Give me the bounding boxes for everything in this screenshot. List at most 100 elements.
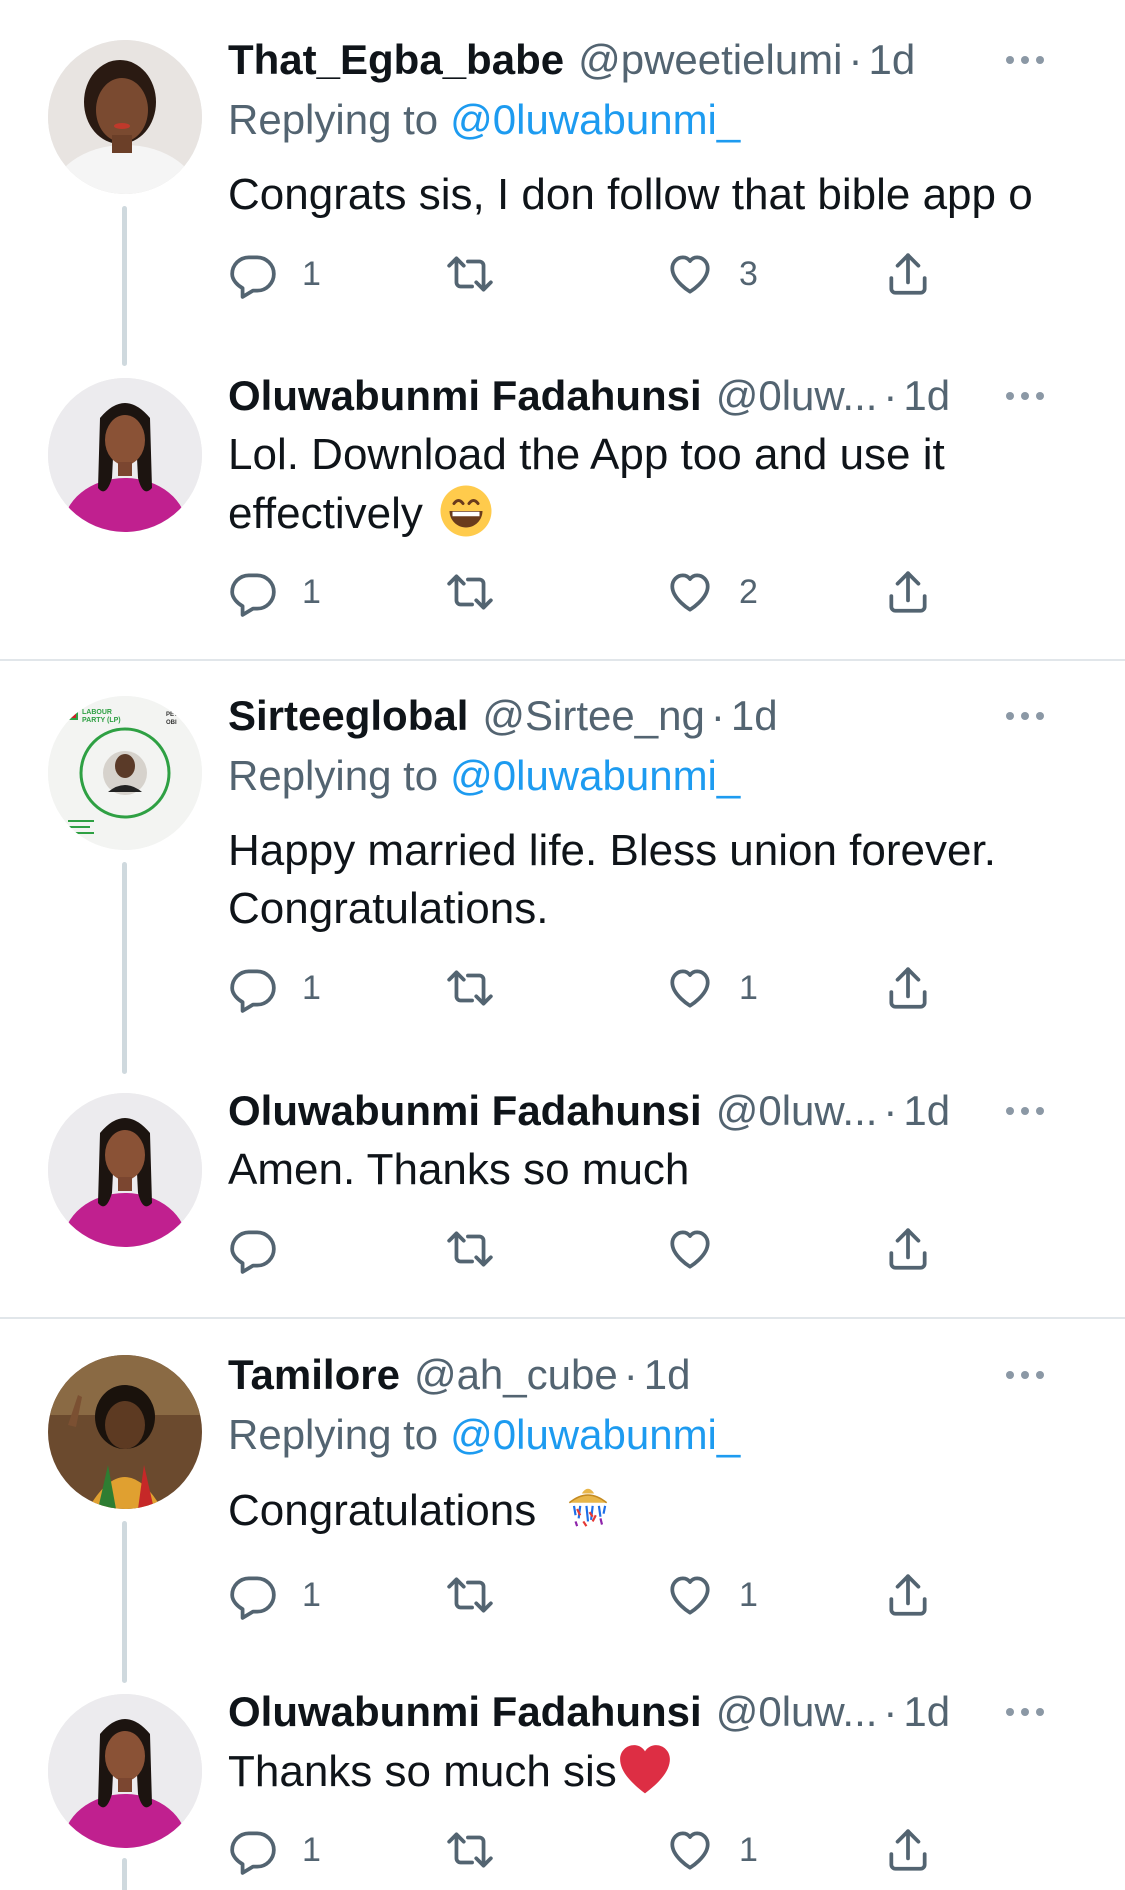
like-count: 1 [739, 1575, 758, 1614]
mention-link[interactable]: @0luwabunmi_ [450, 752, 740, 799]
tweet-text-content: Congratulations [228, 1486, 537, 1535]
more-options-icon[interactable] [985, 1345, 1065, 1405]
reply-icon [230, 1230, 276, 1274]
avatar[interactable] [48, 378, 202, 532]
reply-icon [230, 969, 276, 1013]
grinning-face-emoji-icon [440, 485, 492, 537]
avatar[interactable] [48, 40, 202, 194]
separator: · [883, 1087, 898, 1134]
retweet-button[interactable] [445, 958, 519, 1018]
replying-to-label: Replying to [228, 752, 439, 799]
timestamp[interactable]: 1d [903, 1081, 950, 1141]
share-icon [889, 967, 927, 1009]
like-count: 3 [739, 254, 758, 293]
tweet-text: Amen. Thanks so much [228, 1145, 690, 1194]
reply-button[interactable]: 1 [228, 1565, 321, 1625]
heart-icon [670, 255, 710, 294]
tweet-text: Thanks so much sis [228, 1742, 1088, 1801]
more-options-icon[interactable] [985, 366, 1065, 426]
avatar[interactable] [48, 1694, 202, 1848]
username[interactable]: @0luw... [716, 1682, 878, 1742]
reply-icon [230, 1831, 276, 1875]
action-bar: 1 1 [228, 1565, 988, 1625]
tweet-text-content: Lol. Download the App too and use it eff… [228, 430, 945, 538]
tweet-text: Congrats sis, I don follow that bible ap… [228, 170, 1033, 219]
timestamp[interactable]: 1d [903, 366, 950, 426]
conversation-divider [0, 659, 1125, 661]
profile-photo-icon [48, 1694, 202, 1848]
retweet-button[interactable] [445, 244, 519, 304]
thread-line [122, 1858, 127, 1890]
tweet-header: Oluwabunmi Fadahunsi @0luw... · 1d [228, 366, 1065, 426]
avatar[interactable]: LABOUR PARTY (LP) M. PET OBI [48, 696, 202, 850]
display-name[interactable]: That_Egba_babe [228, 30, 564, 90]
timestamp[interactable]: 1d [644, 1345, 691, 1405]
mention-link[interactable]: @0luwabunmi_ [450, 96, 740, 143]
username[interactable]: @ah_cube [414, 1345, 618, 1405]
heart-icon [670, 1230, 710, 1269]
more-options-icon[interactable] [985, 686, 1065, 746]
heart-icon [670, 1576, 710, 1615]
reply-icon [230, 573, 276, 617]
display-name[interactable]: Oluwabunmi Fadahunsi [228, 366, 702, 426]
avatar-text-line2: PARTY (LP) [82, 717, 121, 724]
share-button[interactable] [883, 1565, 933, 1625]
reply-button[interactable]: 1 [228, 244, 321, 304]
replying-to: Replying to @0luwabunmi_ [228, 90, 740, 150]
like-count: 2 [739, 572, 758, 611]
like-button[interactable]: 2 [665, 562, 758, 622]
display-name[interactable]: Tamilore [228, 1345, 400, 1405]
share-button[interactable] [883, 1219, 933, 1279]
avatar[interactable] [48, 1093, 202, 1247]
share-icon [889, 571, 927, 613]
timestamp[interactable]: 1d [731, 686, 778, 746]
timestamp[interactable]: 1d [869, 30, 916, 90]
share-button[interactable] [883, 562, 933, 622]
separator: · [883, 372, 898, 419]
share-button[interactable] [883, 244, 933, 304]
retweet-button[interactable] [445, 1820, 519, 1880]
reply-button[interactable] [228, 1219, 302, 1279]
replying-to: Replying to @0luwabunmi_ [228, 746, 740, 806]
retweet-button[interactable] [445, 1219, 519, 1279]
username[interactable]: @pweetielumi [578, 30, 842, 90]
share-icon [889, 1228, 927, 1270]
share-button[interactable] [883, 958, 933, 1018]
username[interactable]: @0luw... [716, 1081, 878, 1141]
separator: · [623, 1351, 638, 1398]
like-count: 1 [739, 968, 758, 1007]
like-button[interactable]: 1 [665, 958, 758, 1018]
more-options-icon[interactable] [985, 30, 1065, 90]
reply-count: 1 [302, 968, 321, 1007]
reply-icon [230, 1576, 276, 1620]
retweet-button[interactable] [445, 1565, 519, 1625]
reply-button[interactable]: 1 [228, 562, 321, 622]
tweet-text-content: Thanks so much sis [228, 1747, 617, 1796]
replying-to-label: Replying to [228, 96, 439, 143]
display-name[interactable]: Oluwabunmi Fadahunsi [228, 1682, 702, 1742]
like-button[interactable]: 3 [665, 244, 758, 304]
retweet-button[interactable] [445, 562, 519, 622]
share-icon [889, 1574, 927, 1616]
avatar[interactable] [48, 1355, 202, 1509]
username[interactable]: @0luw... [716, 366, 878, 426]
display-name[interactable]: Oluwabunmi Fadahunsi [228, 1081, 702, 1141]
timestamp[interactable]: 1d [903, 1682, 950, 1742]
share-button[interactable] [883, 1820, 933, 1880]
username[interactable]: @Sirtee_ng [482, 686, 704, 746]
profile-photo-icon [48, 1355, 202, 1509]
reply-feed: That_Egba_babe @pweetielumi · 1d Replyin… [0, 0, 1125, 1890]
display-name[interactable]: Sirteeglobal [228, 686, 468, 746]
action-bar: 1 1 [228, 958, 988, 1018]
like-button[interactable]: 1 [665, 1820, 758, 1880]
mention-link[interactable]: @0luwabunmi_ [450, 1411, 740, 1458]
like-button[interactable]: 1 [665, 1565, 758, 1625]
more-options-icon[interactable] [985, 1081, 1065, 1141]
tweet-text: Happy married life. Bless union forever.… [228, 826, 996, 933]
reply-button[interactable]: 1 [228, 958, 321, 1018]
like-button[interactable] [665, 1219, 739, 1279]
retweet-icon [447, 1832, 493, 1868]
reply-button[interactable]: 1 [228, 1820, 321, 1880]
share-icon [889, 253, 927, 295]
more-options-icon[interactable] [985, 1682, 1065, 1742]
